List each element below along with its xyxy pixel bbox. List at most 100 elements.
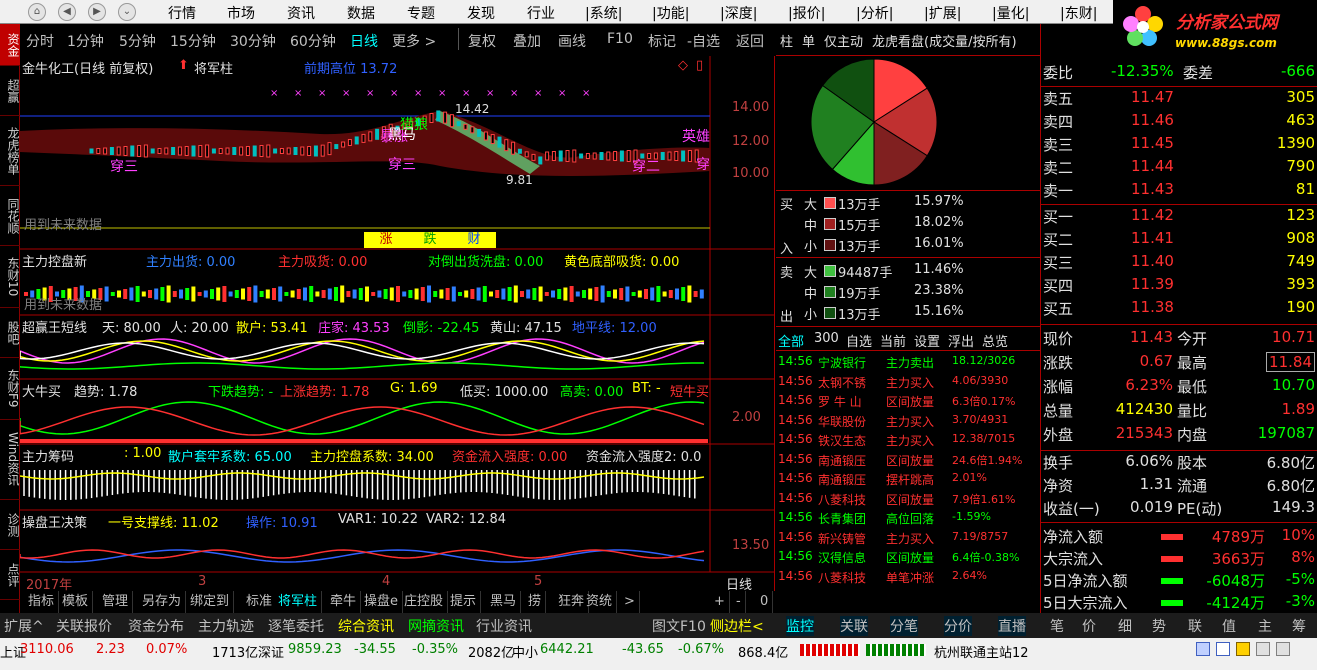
back-icon[interactable]: ◀ (58, 3, 76, 21)
tb-30min[interactable]: 30分钟 (230, 31, 276, 51)
bottom-tab[interactable]: 侧边栏< (710, 616, 764, 636)
bottom-tab[interactable]: 筹 (1292, 616, 1306, 636)
help-icon[interactable] (1256, 642, 1270, 656)
menu-item-xitong[interactable]: |系统| (585, 3, 622, 23)
indicator-tab[interactable]: 牵牛 (326, 591, 362, 613)
bid-price[interactable]: 11.42 (1131, 206, 1174, 224)
mid-tab-longhu[interactable]: 龙虎看盘(成交量/按所有) (872, 31, 1017, 50)
left-tab-tonghuashun[interactable]: 同花顺 (0, 186, 20, 246)
tb-more[interactable]: 更多 > (392, 31, 436, 51)
tick-stock[interactable]: 铁汉生态 (818, 432, 866, 449)
bottom-tab[interactable]: 图文F10 (652, 616, 706, 636)
tick-stock[interactable]: 八菱科技 (818, 491, 866, 508)
ask-price[interactable]: 11.45 (1131, 134, 1174, 152)
lock-icon[interactable] (1236, 642, 1250, 656)
filter-tab[interactable]: 当前 (880, 331, 906, 350)
filter-tab[interactable]: 全部 (778, 331, 804, 350)
indicator-tab[interactable]: 资统 (582, 591, 618, 613)
bottom-tab[interactable]: 直播 (998, 616, 1026, 636)
menu-item-hangqing[interactable]: 行情 (168, 3, 196, 23)
tick-stock[interactable]: 太钢不锈 (818, 374, 866, 391)
window-toggle-icon[interactable]: ▯ (696, 58, 703, 73)
menu-item-shichang[interactable]: 市场 (227, 3, 255, 23)
menu-item-shuju[interactable]: 数据 (347, 3, 375, 23)
bottom-tab[interactable]: 分价 (944, 616, 972, 636)
mid-tab-zhudong[interactable]: 仅主动 (824, 31, 863, 50)
tb-fanhui[interactable]: 返回 (736, 31, 764, 51)
left-tab-zhence[interactable]: 诊测 (0, 500, 20, 550)
left-tab-longhubang[interactable]: 龙虎榜单 (0, 116, 20, 186)
filter-tab[interactable]: 浮出 (948, 331, 974, 350)
filter-tab[interactable]: 自选 (846, 331, 872, 350)
indicator-tab[interactable]: 黑马 (486, 591, 522, 613)
diamond-icon[interactable]: ◇ (678, 58, 688, 73)
menu-item-gongneng[interactable]: |功能| (652, 3, 689, 23)
tick-list[interactable]: 14:56 宁波银行 主力卖出 18.12/3026 14:56 太钢不锈 主力买入 4.06… (776, 352, 1041, 612)
bottom-tab[interactable]: 监控 (786, 616, 814, 636)
menu-item-fenxi[interactable]: |分析| (856, 3, 893, 23)
filter-tab[interactable]: 总览 (982, 331, 1008, 350)
bottom-tab[interactable]: 资金分布 (128, 616, 184, 636)
menu-item-zhuanti[interactable]: 专题 (407, 3, 435, 23)
tb-diejia[interactable]: 叠加 (513, 31, 541, 51)
bottom-tab[interactable]: 值 (1222, 616, 1236, 636)
server-name[interactable]: 杭州联通主站12 (934, 642, 1029, 661)
home-icon[interactable]: ⌂ (28, 3, 46, 21)
bottom-tab[interactable]: 行业资讯 (476, 616, 532, 636)
indicator-tab[interactable]: + (710, 591, 730, 613)
collapse-icon[interactable]: ⌄ (118, 3, 136, 21)
tb-fuquan[interactable]: 复权 (468, 31, 496, 51)
tb-f10[interactable]: F10 (607, 31, 633, 47)
indicator-tab[interactable]: 提示 (446, 591, 482, 613)
bottom-tab[interactable]: 主力轨迹 (198, 616, 254, 636)
bottom-tab[interactable]: 价 (1082, 616, 1096, 636)
bottom-tab[interactable]: 主 (1258, 616, 1272, 636)
bid-price[interactable]: 11.39 (1131, 275, 1174, 293)
tb-zixuan[interactable]: -自选 (687, 31, 720, 51)
tick-stock[interactable]: 宁波银行 (818, 354, 866, 371)
tb-1min[interactable]: 1分钟 (67, 31, 104, 51)
indicator-tab[interactable]: > (620, 591, 640, 613)
menu-item-lianghua[interactable]: |量化| (992, 3, 1029, 23)
bottom-tab[interactable]: 关联 (840, 616, 868, 636)
kline-chart-area[interactable]: × × × × × × × × × × × × × × 金牛化工(日线 前复权) ⬆ 将军柱 前期高位 1… (20, 56, 775, 593)
ask-price[interactable]: 11.46 (1131, 111, 1174, 129)
menu-item-zixun[interactable]: 资讯 (287, 3, 315, 23)
bottom-tab[interactable]: 笔 (1050, 616, 1064, 636)
mid-tab-zhu[interactable]: 柱 (780, 31, 793, 50)
filter-tab[interactable]: 设置 (914, 331, 940, 350)
indicator-tab[interactable]: - (732, 591, 746, 613)
indicator-tab[interactable]: 模板 (58, 591, 94, 613)
left-tab-zijin[interactable]: 资金 (0, 24, 20, 66)
menu-item-kuozhan[interactable]: |扩展| (924, 3, 961, 23)
left-tab-dianping[interactable]: 点评 (0, 550, 20, 600)
indicator-tab[interactable]: 标准 (242, 591, 278, 613)
bid-price[interactable]: 11.41 (1131, 229, 1174, 247)
menu-item-baojia[interactable]: |报价| (788, 3, 825, 23)
ask-price[interactable]: 11.44 (1131, 157, 1174, 175)
menu-item-dongcai[interactable]: |东财| (1060, 3, 1097, 23)
indicator-tab[interactable]: 操盘e (360, 591, 403, 613)
bid-price[interactable]: 11.40 (1131, 252, 1174, 270)
bottom-tab[interactable]: 逐笔委托 (268, 616, 324, 636)
tick-stock[interactable]: 新兴铸管 (818, 530, 866, 547)
left-tab-guba[interactable]: 股吧 (0, 308, 20, 358)
tick-stock[interactable]: 长青集团 (818, 510, 866, 527)
bottom-tab[interactable]: 网摘资讯 (408, 616, 464, 636)
indicator-tab[interactable]: 0 (756, 591, 774, 613)
export-icon[interactable] (1216, 642, 1230, 656)
tick-stock[interactable]: 八菱科技 (818, 569, 866, 586)
forward-icon[interactable]: ▶ (88, 3, 106, 21)
left-tab-chaoying[interactable]: 超赢 (0, 66, 20, 116)
menu-item-faxian[interactable]: 发现 (467, 3, 495, 23)
tick-stock[interactable]: 罗 牛 山 (818, 393, 862, 410)
tick-stock[interactable]: 南通锻压 (818, 471, 866, 488)
tb-15min[interactable]: 15分钟 (170, 31, 216, 51)
indicator-tab[interactable]: 管理 (98, 591, 134, 613)
tb-biaoji[interactable]: 标记 (648, 31, 676, 51)
indicator-tab[interactable]: 另存为 (138, 591, 187, 613)
mid-tab-dan[interactable]: 单 (802, 31, 815, 50)
tick-stock[interactable]: 汉得信息 (818, 549, 866, 566)
ask-price[interactable]: 11.43 (1131, 180, 1174, 198)
bottom-tab[interactable]: 细 (1118, 616, 1132, 636)
